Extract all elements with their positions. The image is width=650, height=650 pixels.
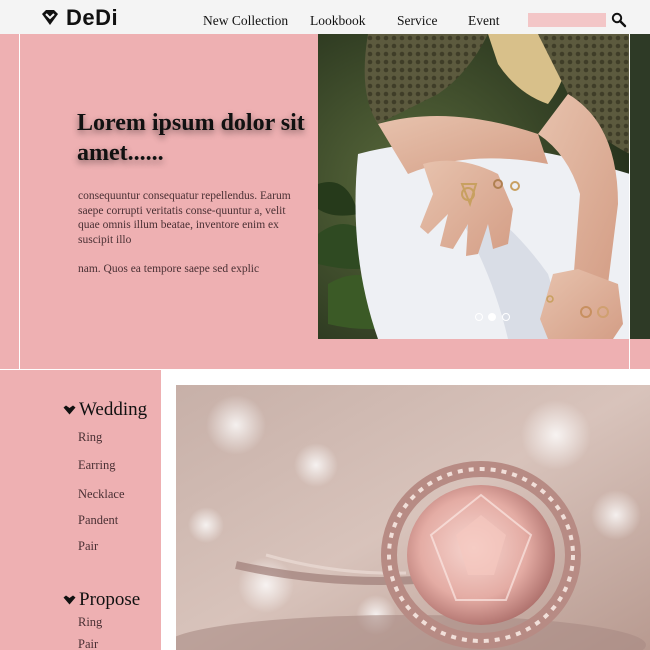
category-item-pair[interactable]: Pair [78, 637, 98, 650]
brand-logo[interactable]: DeDi [40, 5, 118, 31]
hero-paragraph-2: nam. Quos ea tempore saepe sed explic [78, 262, 260, 275]
site-header: DeDi New Collection Lookbook Service Eve… [0, 0, 650, 34]
category-item-pandent[interactable]: Pandent [78, 513, 118, 528]
category-item-pair[interactable]: Pair [78, 539, 98, 554]
category-item-necklace[interactable]: Necklace [78, 487, 125, 502]
diamond-heart-icon [42, 10, 58, 25]
hero-paragraph-1: consequuntur consequatur repellendus. Ea… [78, 190, 291, 246]
category-item-ring[interactable]: Ring [78, 430, 102, 445]
category-title: Wedding [79, 399, 148, 420]
nav-event[interactable]: Event [468, 13, 500, 29]
nav-new-collection[interactable]: New Collection [203, 13, 288, 29]
category-item-earring[interactable]: Earring [78, 458, 115, 473]
heart-chevron-icon [63, 405, 76, 415]
heart-chevron-icon [63, 595, 76, 605]
brand-name: DeDi [66, 5, 119, 30]
category-wedding[interactable]: Wedding [63, 399, 147, 421]
magnifier-icon[interactable] [611, 12, 627, 28]
category-title: Propose [79, 589, 141, 610]
ring-photo [176, 385, 650, 650]
nav-lookbook[interactable]: Lookbook [310, 13, 366, 29]
category-propose[interactable]: Propose [63, 589, 140, 611]
nav-service[interactable]: Service [397, 13, 437, 29]
hero-body: consequuntur consequatur repellendus. Ea… [78, 189, 296, 277]
hero-title: Lorem ipsum dolor sit amet...... [77, 110, 305, 166]
category-item-ring[interactable]: Ring [78, 615, 102, 630]
search-input[interactable] [528, 13, 606, 27]
hero-photo-edge [630, 34, 650, 339]
